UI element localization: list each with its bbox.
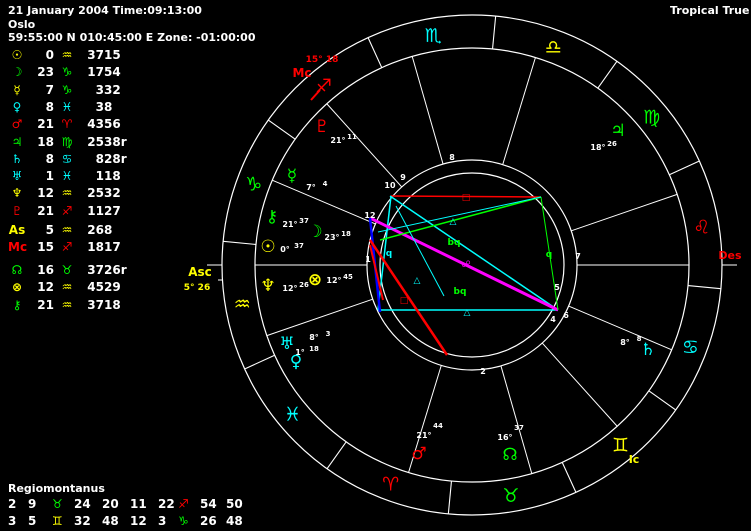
sign-divider <box>491 16 497 50</box>
fortune-glyph: ⊗ <box>308 270 322 290</box>
moon-degree: 23° <box>324 233 339 242</box>
aspect-line <box>389 195 559 311</box>
house-number: 8 <box>449 153 455 162</box>
node-degree: 16° <box>497 433 512 442</box>
jupiter-minutes: 26 <box>607 140 617 148</box>
zodiac-sign-glyph: ♑ <box>245 174 262 196</box>
mercury-degree: 7° <box>306 183 316 192</box>
moon-minutes: 18 <box>341 230 351 238</box>
node-minutes: 37 <box>514 424 524 432</box>
sign-divider <box>597 60 618 89</box>
aspect-glyph: q <box>546 250 552 260</box>
aspect-glyph: △ <box>464 308 471 318</box>
zodiac-sign-glyph: ♓ <box>284 403 301 425</box>
sign-divider <box>267 119 296 140</box>
house-number: 10 <box>384 181 396 190</box>
node-glyph: ☊ <box>502 445 517 465</box>
pluto-degree: 21° <box>330 136 345 145</box>
zodiac-sign-glyph: ♈ <box>382 473 399 495</box>
asc-position: 5° 26 <box>184 283 210 293</box>
house-number: 1 <box>365 255 371 264</box>
venus-minutes: 3 <box>326 330 331 338</box>
saturn-minutes: 8 <box>637 335 642 343</box>
aspect-line <box>377 196 542 233</box>
chiron-glyph: ⚷ <box>266 207 278 227</box>
house-cusp-line <box>502 57 536 165</box>
pluto-glyph: ♇ <box>314 117 329 137</box>
mc-position: 15° 18 <box>306 55 339 65</box>
aspect-glyph: ☍ <box>461 260 470 270</box>
zodiac-sign-glyph: ♍ <box>643 107 660 129</box>
house-cusp-line <box>266 298 373 337</box>
aspect-glyph: q <box>386 249 392 259</box>
aspect-glyph: bq <box>454 287 467 297</box>
venus-degree: 8° <box>309 333 319 342</box>
house-cusp-line <box>411 56 444 165</box>
chart-wheel: ♈♉♊♋♌♍♎♏♐♑♒♓891012124 675Asc5° 26DesMc15°… <box>184 14 742 516</box>
house-number: 5 <box>554 283 560 292</box>
house-number: 6 <box>563 311 569 320</box>
saturn-degree: 8° <box>620 338 630 347</box>
neptune-glyph: ♆ <box>260 276 275 296</box>
sign-divider <box>687 284 721 290</box>
sun-minutes: 37 <box>294 242 304 250</box>
sun-glyph: ☉ <box>260 237 275 257</box>
house-number: 2 <box>480 367 486 376</box>
mercury-minutes: 4 <box>323 180 328 188</box>
house-number: 9 <box>400 173 406 182</box>
chiron-degree: 21° <box>282 220 297 229</box>
asc-label: Asc <box>188 265 212 279</box>
jupiter-degree: 18° <box>590 143 605 152</box>
uranus-minutes: 18 <box>309 345 319 353</box>
ic-label: Ic <box>629 453 640 466</box>
sign-divider <box>648 390 677 411</box>
sign-divider <box>326 441 347 470</box>
pluto-minutes: 11 <box>347 133 357 141</box>
zodiac-sign-glyph: ♋ <box>682 336 699 358</box>
saturn-glyph: ♄ <box>640 340 655 360</box>
mc-label: Mc <box>292 66 311 80</box>
mars-degree: 21° <box>416 431 431 440</box>
fortune-minutes: 45 <box>343 273 353 281</box>
zodiac-sign-glyph: ♎ <box>545 37 562 59</box>
venus-glyph: ♀ <box>290 352 302 372</box>
sign-divider <box>244 354 275 370</box>
jupiter-glyph: ♃ <box>610 121 625 141</box>
sign-divider <box>669 160 700 176</box>
inner-circle <box>379 172 565 358</box>
aspect-glyph: □ <box>400 296 409 306</box>
aspect-lines <box>368 195 559 356</box>
aspect-glyph: □ <box>462 193 471 203</box>
house-cusp-line <box>571 193 678 232</box>
house-number: 4 <box>550 315 556 324</box>
mercury-glyph: ☿ <box>287 166 297 186</box>
mars-glyph: ♂ <box>411 444 426 464</box>
aspect-glyph: △ <box>414 276 421 286</box>
sign-divider <box>223 240 257 246</box>
fortune-degree: 12° <box>326 276 341 285</box>
house-cusp-line <box>326 103 403 188</box>
zodiac-sign-glyph: ♏ <box>425 25 442 47</box>
neptune-degree: 12° <box>282 284 297 293</box>
house-cusp-lines <box>207 16 737 514</box>
aspect-glyph: △ <box>450 217 457 227</box>
uranus-glyph: ♅ <box>279 334 294 354</box>
sun-degree: 0° <box>280 245 290 254</box>
house-number: 7 <box>575 252 581 261</box>
zodiac-sign-glyph: ♉ <box>502 485 519 507</box>
sign-divider <box>561 462 577 493</box>
sign-divider <box>447 480 453 514</box>
moon-glyph: ☽ <box>307 222 322 242</box>
house-ring <box>366 159 578 371</box>
zodiac-sign-glyph: ♊ <box>612 435 629 457</box>
house-number: 12 <box>364 211 375 220</box>
sign-divider <box>367 37 383 68</box>
zodiac-sign-glyph: ♒ <box>234 294 251 316</box>
zodiac-sign-glyph: ♌ <box>693 216 710 238</box>
house-cusp-line <box>541 342 618 427</box>
des-label: Des <box>718 249 742 262</box>
mars-minutes: 44 <box>433 422 443 430</box>
aspect-glyph: bq <box>448 238 461 248</box>
